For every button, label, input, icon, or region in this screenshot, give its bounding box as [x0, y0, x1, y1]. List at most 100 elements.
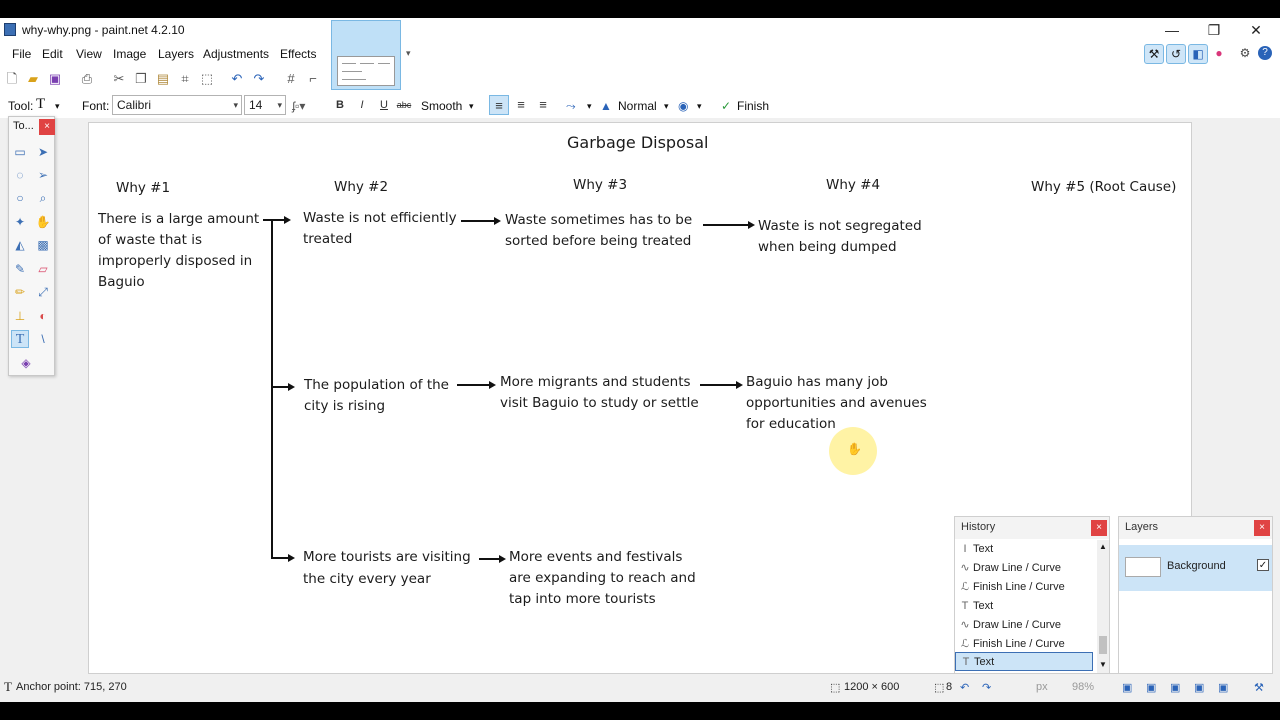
close-icon[interactable]: ×	[1254, 520, 1270, 536]
redo-icon[interactable]: ↷	[982, 681, 991, 694]
grid-icon[interactable]: #	[284, 72, 298, 86]
restore-button[interactable]: ❐	[1196, 20, 1232, 40]
open-icon[interactable]: ▰	[26, 72, 40, 86]
history-item[interactable]: ℒ Finish Line / Curve	[955, 578, 1093, 597]
arrowhead	[288, 383, 295, 391]
new-icon[interactable]: 🗋	[5, 72, 19, 86]
merge-layer-icon[interactable]: ▣	[1194, 681, 1204, 694]
minimize-button[interactable]: —	[1154, 20, 1190, 40]
ellipse-select-icon[interactable]: ○	[11, 189, 29, 207]
italic-button[interactable]: I	[354, 97, 370, 113]
crop-icon[interactable]: ⌗	[178, 72, 192, 86]
menu-image[interactable]: Image	[113, 47, 146, 61]
pencil-icon[interactable]: ✏	[11, 283, 29, 301]
scrollbar-thumb[interactable]	[1099, 636, 1107, 654]
duplicate-layer-icon[interactable]: ▣	[1170, 681, 1180, 694]
chevron-down-icon[interactable]: ▾	[664, 101, 669, 112]
antialias-curve-icon[interactable]: ⤳	[566, 99, 576, 114]
font-select[interactable]: Calibri ▾	[112, 95, 242, 115]
image-list-dropdown-icon[interactable]: ▾	[406, 48, 411, 59]
layer-properties-icon[interactable]: ⚒	[1254, 681, 1264, 694]
magic-wand-icon[interactable]: ✦	[11, 213, 29, 231]
paintbrush-icon[interactable]: ✎	[11, 260, 29, 278]
undo-icon[interactable]: ↶	[960, 681, 969, 694]
line-curve-icon[interactable]: \	[34, 330, 52, 348]
settings-gear-icon[interactable]: ⚙	[1236, 44, 1254, 62]
delete-layer-icon[interactable]: ▣	[1146, 681, 1156, 694]
gradient-icon[interactable]: ▩	[34, 236, 52, 254]
zoom-readout[interactable]: 98%	[1072, 681, 1094, 693]
layers-toggle-icon[interactable]: ◧	[1188, 44, 1208, 64]
text-tool-icon[interactable]: T	[11, 330, 29, 348]
selection-mode-icon[interactable]: ◉	[678, 99, 688, 113]
align-left-button[interactable]: ≡	[489, 95, 509, 115]
history-item[interactable]: ∿ Draw Line / Curve	[955, 559, 1093, 578]
unit-select[interactable]: px	[1036, 681, 1048, 693]
undo-icon[interactable]: ↶	[230, 72, 244, 86]
shapes-icon[interactable]: ◈	[17, 354, 35, 372]
history-item[interactable]: I Text	[955, 540, 1093, 559]
menu-file[interactable]: File	[12, 47, 31, 61]
history-item[interactable]: T Text	[955, 597, 1093, 616]
rectangle-select-icon[interactable]: ▭	[11, 143, 29, 161]
recolor-icon[interactable]: ◐	[34, 307, 52, 325]
print-icon[interactable]: ⎙	[80, 72, 94, 86]
arrowhead	[284, 216, 291, 224]
color-picker-icon[interactable]: ⤢	[34, 283, 52, 301]
blend-mode-select[interactable]: Normal	[618, 99, 657, 113]
history-item-selected[interactable]: T Text	[955, 652, 1093, 671]
antialiasing-select[interactable]: Smooth	[421, 99, 462, 113]
redo-icon[interactable]: ↷	[252, 72, 266, 86]
align-center-button[interactable]: ≡	[511, 95, 531, 115]
colors-toggle-icon[interactable]: ●	[1210, 44, 1228, 62]
cut-icon[interactable]: ✂	[112, 72, 126, 86]
menu-view[interactable]: View	[76, 47, 102, 61]
help-icon[interactable]: ?	[1258, 46, 1272, 60]
menu-layers[interactable]: Layers	[158, 47, 194, 61]
deselect-icon[interactable]: ⬚	[200, 72, 214, 86]
close-icon[interactable]: ×	[1091, 520, 1107, 536]
pan-icon[interactable]: ✋	[34, 213, 52, 231]
bold-button[interactable]: B	[332, 97, 348, 113]
paint-bucket-icon[interactable]: ◭	[11, 236, 29, 254]
row1-why4-line: Waste is not segregated	[758, 218, 922, 234]
history-scrollbar[interactable]: ▲ ▼	[1097, 540, 1109, 673]
font-size-select[interactable]: 14 ▾	[244, 95, 286, 115]
chevron-down-icon[interactable]: ▾	[587, 101, 592, 112]
move-layer-icon[interactable]: ▣	[1218, 681, 1228, 694]
save-icon[interactable]: ▣	[48, 72, 62, 86]
font-smoothing-icon[interactable]: ʄ▫▾	[292, 99, 305, 113]
chevron-down-icon[interactable]: ▾	[697, 101, 702, 112]
strikethrough-button[interactable]: abc	[396, 97, 412, 113]
menu-effects[interactable]: Effects	[280, 47, 316, 61]
eraser-icon[interactable]: ▱	[34, 260, 52, 278]
move-selection-icon[interactable]: ➢	[34, 166, 52, 184]
chevron-up-icon[interactable]: ▲	[1097, 542, 1109, 551]
ruler-icon[interactable]: ⌐	[306, 72, 320, 86]
copy-icon[interactable]: ❐	[134, 72, 148, 86]
zoom-icon[interactable]: ⌕	[34, 189, 52, 207]
layer-name: Background	[1167, 560, 1226, 572]
paste-icon[interactable]: ▤	[156, 72, 170, 86]
move-selected-icon[interactable]: ➤	[34, 143, 52, 161]
tool-dropdown-icon[interactable]: ▾	[55, 101, 60, 112]
finish-button[interactable]: Finish	[737, 99, 769, 113]
align-right-button[interactable]: ≡	[533, 95, 553, 115]
menu-edit[interactable]: Edit	[42, 47, 63, 61]
underline-button[interactable]: U	[376, 97, 392, 113]
tools-toggle-icon[interactable]: ⚒	[1144, 44, 1164, 64]
close-window-button[interactable]: ✕	[1238, 20, 1274, 40]
menu-adjustments[interactable]: Adjustments	[203, 47, 269, 61]
layer-visibility-checkbox[interactable]: ✓	[1257, 559, 1269, 571]
layer-row-background[interactable]: Background ✓	[1119, 545, 1272, 591]
lasso-select-icon[interactable]: ◌	[11, 166, 29, 184]
chevron-down-icon[interactable]: ▾	[469, 101, 474, 112]
clone-stamp-icon[interactable]: ⊥	[11, 307, 29, 325]
add-layer-icon[interactable]: ▣	[1122, 681, 1132, 694]
close-icon[interactable]: ×	[39, 119, 55, 135]
history-toggle-icon[interactable]: ↺	[1166, 44, 1186, 64]
history-item[interactable]: ∿ Draw Line / Curve	[955, 616, 1093, 635]
chevron-down-icon[interactable]: ▼	[1097, 660, 1109, 669]
image-tab-thumbnail[interactable]	[331, 20, 401, 90]
text-tool-icon[interactable]: T	[36, 96, 45, 113]
